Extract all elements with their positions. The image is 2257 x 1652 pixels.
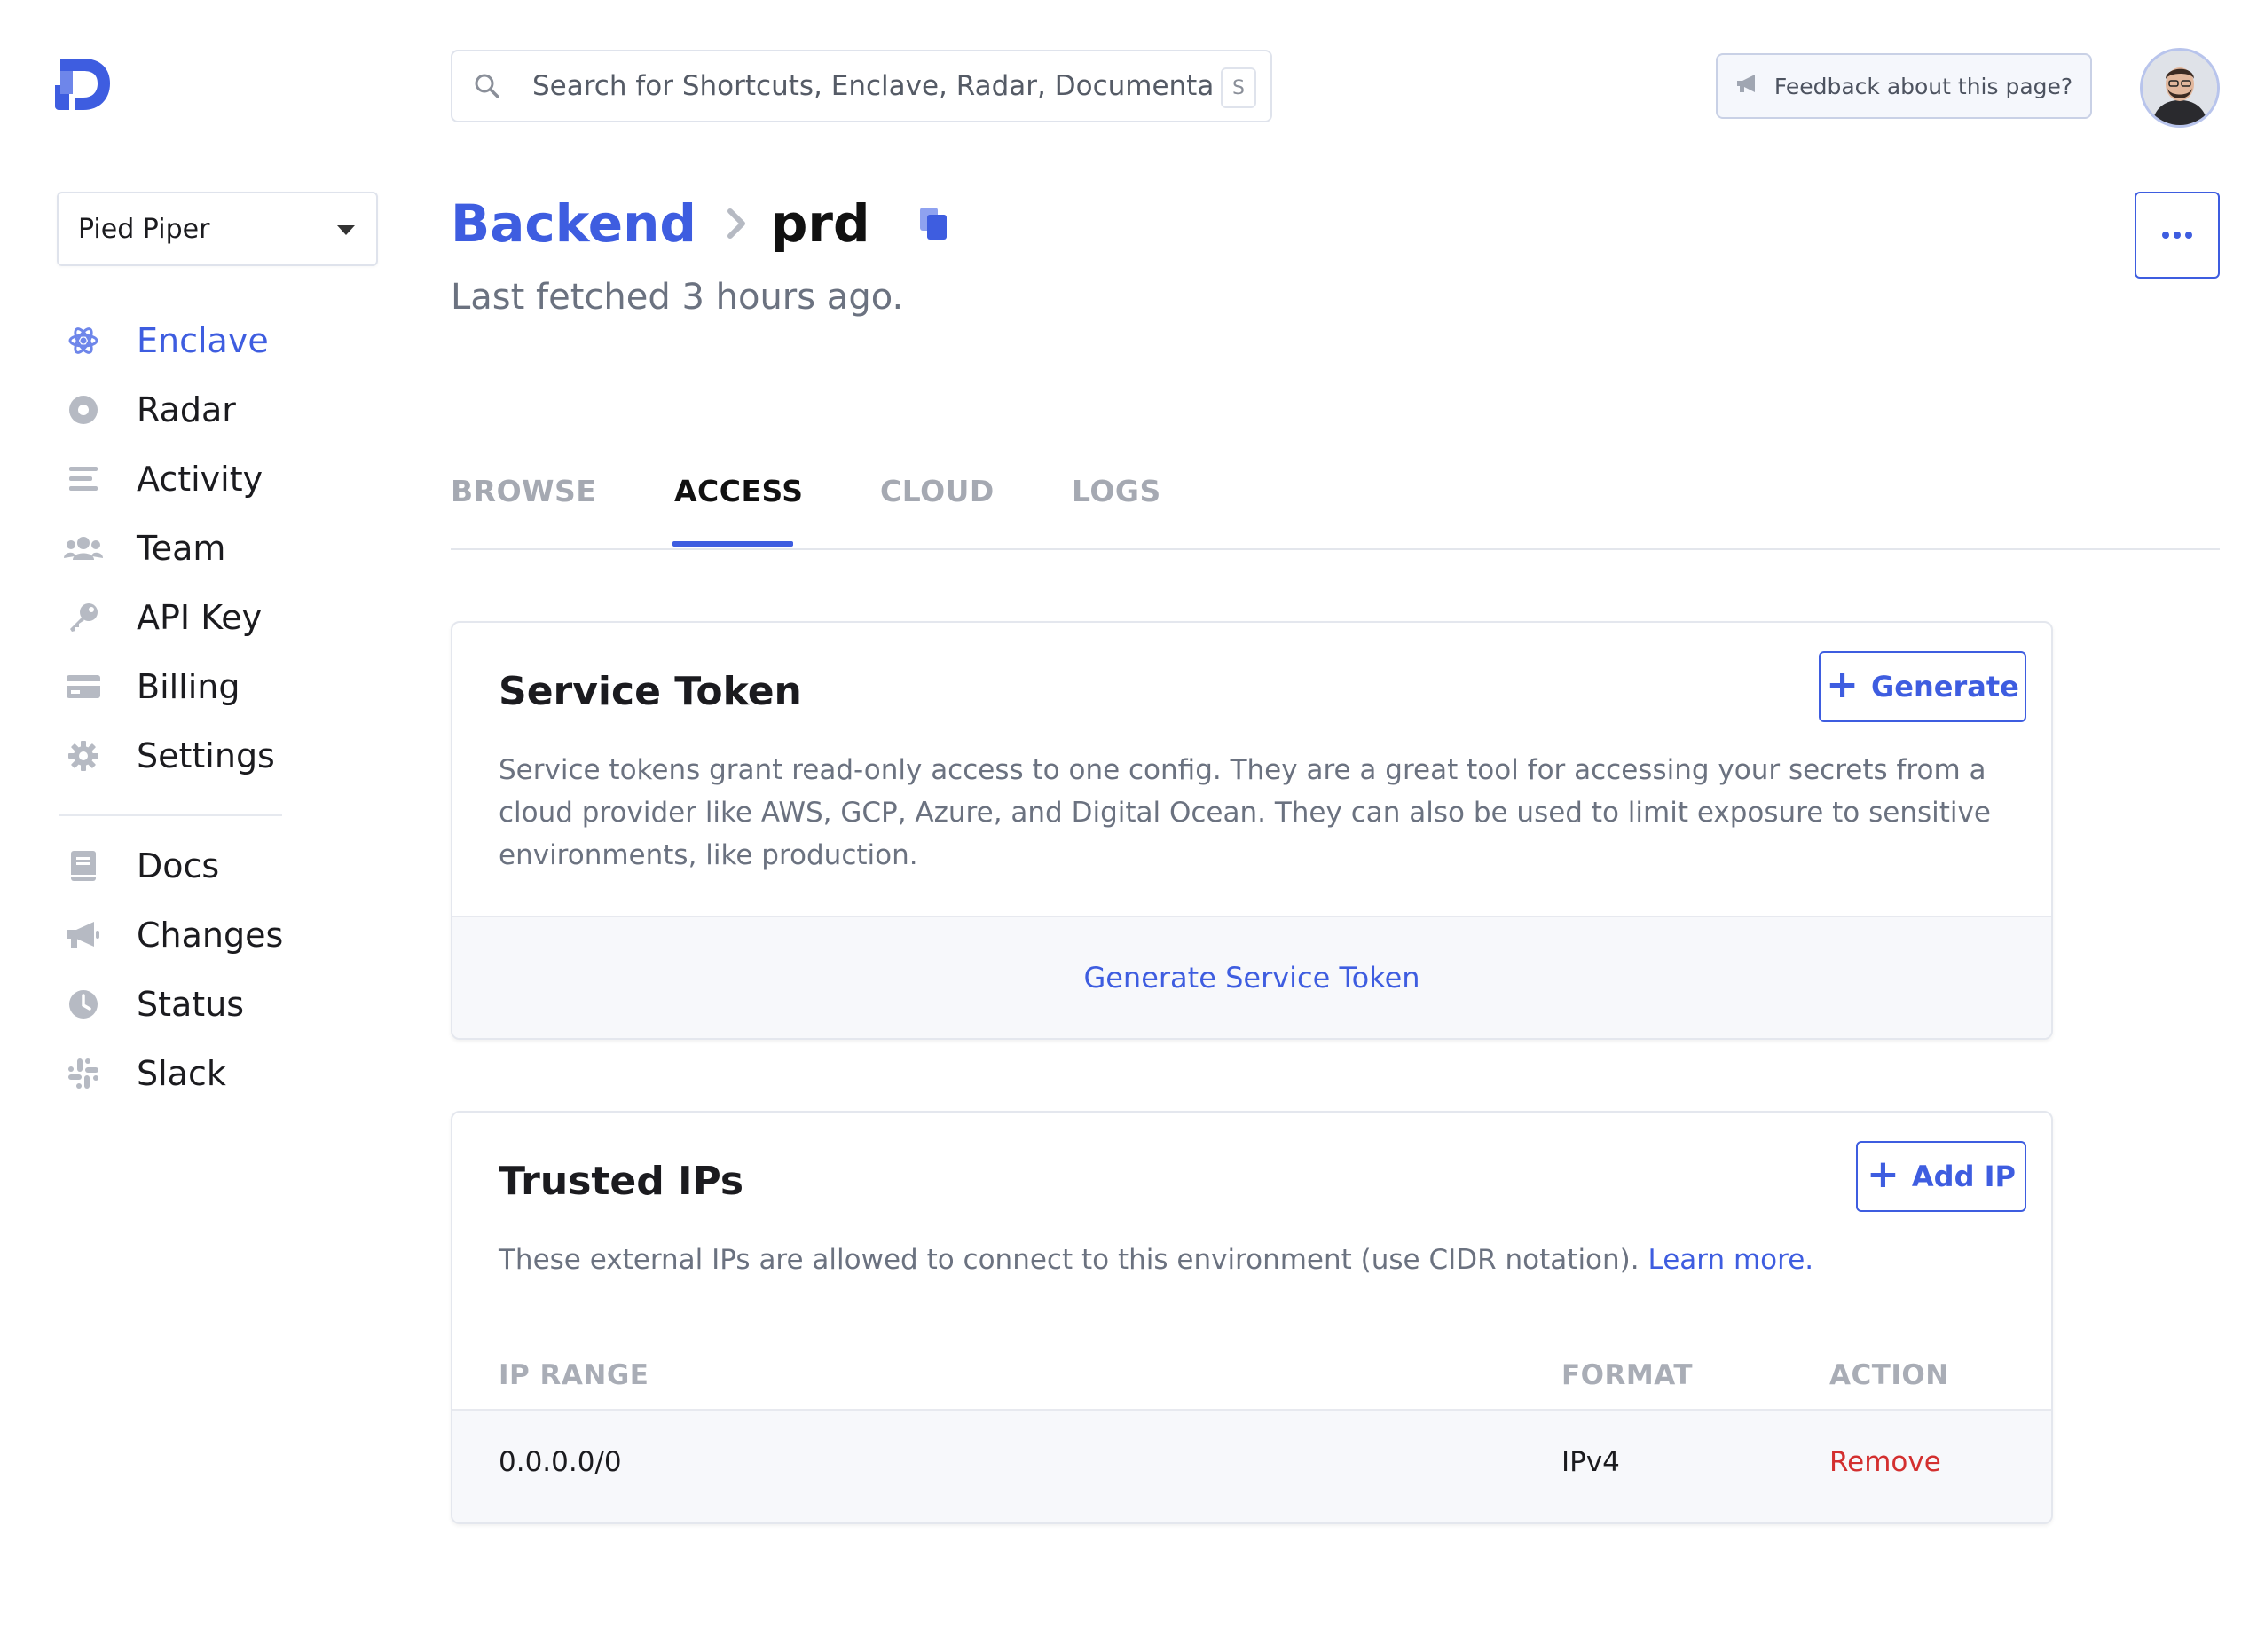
add-ip-button-label: Add IP bbox=[1911, 1160, 2016, 1193]
workplace-name: Pied Piper bbox=[78, 213, 210, 245]
sidebar-item-label: Settings bbox=[137, 736, 275, 775]
active-tab-indicator bbox=[672, 541, 793, 547]
environment-tabs: BROWSE ACCESS CLOUD LOGS bbox=[451, 470, 2220, 550]
sidebar-item-team[interactable]: Team bbox=[57, 522, 323, 575]
plus-icon: + bbox=[1867, 1152, 1899, 1197]
megaphone-icon bbox=[1735, 73, 1760, 99]
search-icon bbox=[474, 73, 513, 99]
workplace-selector[interactable]: Pied Piper bbox=[57, 192, 378, 266]
sidebar-item-label: Activity bbox=[137, 460, 263, 499]
sidebar-item-slack[interactable]: Slack bbox=[57, 1047, 323, 1100]
sidebar-item-label: Changes bbox=[137, 916, 284, 955]
clock-icon bbox=[57, 988, 110, 1020]
trusted-ips-description: These external IPs are allowed to connec… bbox=[499, 1239, 2007, 1281]
sidebar-item-activity[interactable]: Activity bbox=[57, 452, 323, 506]
megaphone-icon bbox=[57, 920, 110, 950]
search-bar[interactable]: Search for Shortcuts, Enclave, Radar, Do… bbox=[451, 50, 1272, 122]
service-token-card: Service Token + Generate Service tokens … bbox=[451, 621, 2053, 1040]
tab-logs[interactable]: LOGS bbox=[1072, 474, 1161, 508]
sidebar-item-label: Docs bbox=[137, 846, 220, 885]
sidebar-item-label: API Key bbox=[137, 598, 263, 637]
trusted-ips-description-text: These external IPs are allowed to connec… bbox=[499, 1244, 1640, 1276]
breadcrumb-project-link[interactable]: Backend bbox=[451, 193, 696, 254]
sidebar-item-label: Enclave bbox=[137, 321, 269, 360]
remove-ip-button[interactable]: Remove bbox=[1829, 1446, 1941, 1478]
sidebar-item-billing[interactable]: Billing bbox=[57, 660, 323, 713]
feedback-button[interactable]: Feedback about this page? bbox=[1716, 53, 2092, 119]
book-icon bbox=[57, 850, 110, 882]
tab-cloud[interactable]: CLOUD bbox=[880, 474, 995, 508]
sidebar-item-label: Status bbox=[137, 985, 245, 1024]
service-token-description: Service tokens grant read-only access to… bbox=[499, 754, 1991, 871]
sidebar-item-status[interactable]: Status bbox=[57, 978, 323, 1031]
tab-access[interactable]: ACCESS bbox=[674, 474, 804, 508]
trusted-ips-title: Trusted IPs bbox=[499, 1159, 744, 1204]
sidebar-item-radar[interactable]: Radar bbox=[57, 383, 323, 437]
service-token-title: Service Token bbox=[499, 669, 802, 714]
chevron-right-icon bbox=[727, 208, 746, 240]
caret-down-icon bbox=[337, 225, 355, 235]
column-header-ip-range: IP RANGE bbox=[499, 1359, 649, 1391]
ip-range-cell: 0.0.0.0/0 bbox=[499, 1446, 622, 1478]
breadcrumb: Backend prd bbox=[451, 186, 948, 261]
generate-button-label: Generate bbox=[1871, 670, 2019, 704]
gear-icon bbox=[57, 740, 110, 772]
sidebar-item-settings[interactable]: Settings bbox=[57, 729, 323, 783]
table-row: 0.0.0.0/0 IPv4 Remove bbox=[452, 1409, 2051, 1522]
search-placeholder: Search for Shortcuts, Enclave, Radar, Do… bbox=[532, 70, 1215, 102]
radar-icon bbox=[57, 394, 110, 426]
sidebar-item-changes[interactable]: Changes bbox=[57, 909, 323, 962]
plus-icon: + bbox=[1826, 662, 1860, 707]
last-fetched-text: Last fetched 3 hours ago. bbox=[451, 277, 904, 318]
sidebar-item-label: Radar bbox=[137, 390, 236, 429]
sidebar-item-docs[interactable]: Docs bbox=[57, 839, 323, 893]
add-ip-button[interactable]: + Add IP bbox=[1856, 1141, 2026, 1212]
credit-card-icon bbox=[57, 673, 110, 700]
doppler-logo[interactable] bbox=[55, 55, 114, 114]
sidebar-item-api-key[interactable]: API Key bbox=[57, 591, 323, 644]
sidebar-item-label: Team bbox=[137, 529, 226, 568]
sidebar-divider bbox=[59, 814, 282, 816]
sidebar-item-enclave[interactable]: Enclave bbox=[57, 314, 323, 367]
column-header-action: ACTION bbox=[1829, 1359, 1949, 1391]
tab-browse[interactable]: BROWSE bbox=[451, 474, 596, 508]
slack-icon bbox=[57, 1058, 110, 1090]
learn-more-link[interactable]: Learn more. bbox=[1648, 1244, 1813, 1276]
generate-button[interactable]: + Generate bbox=[1819, 651, 2026, 722]
format-cell: IPv4 bbox=[1561, 1446, 1620, 1478]
search-shortcut-key: S bbox=[1221, 67, 1256, 108]
column-header-format: FORMAT bbox=[1561, 1359, 1693, 1391]
copy-icon[interactable] bbox=[918, 206, 948, 241]
sidebar-item-label: Slack bbox=[137, 1054, 226, 1093]
more-options-button[interactable] bbox=[2135, 192, 2220, 279]
breadcrumb-environment: prd bbox=[770, 193, 870, 254]
feedback-label: Feedback about this page? bbox=[1773, 73, 2073, 99]
generate-service-token-link[interactable]: Generate Service Token bbox=[1083, 961, 1419, 995]
trusted-ips-card: Trusted IPs + Add IP These external IPs … bbox=[451, 1111, 2053, 1524]
sidebar-item-label: Billing bbox=[137, 667, 240, 706]
atom-icon bbox=[57, 325, 110, 357]
key-icon bbox=[57, 602, 110, 633]
user-avatar[interactable] bbox=[2140, 48, 2220, 128]
ellipsis-icon bbox=[2162, 232, 2192, 239]
team-icon bbox=[57, 535, 110, 562]
service-token-footer: Generate Service Token bbox=[452, 916, 2051, 1038]
activity-list-icon bbox=[57, 465, 110, 493]
